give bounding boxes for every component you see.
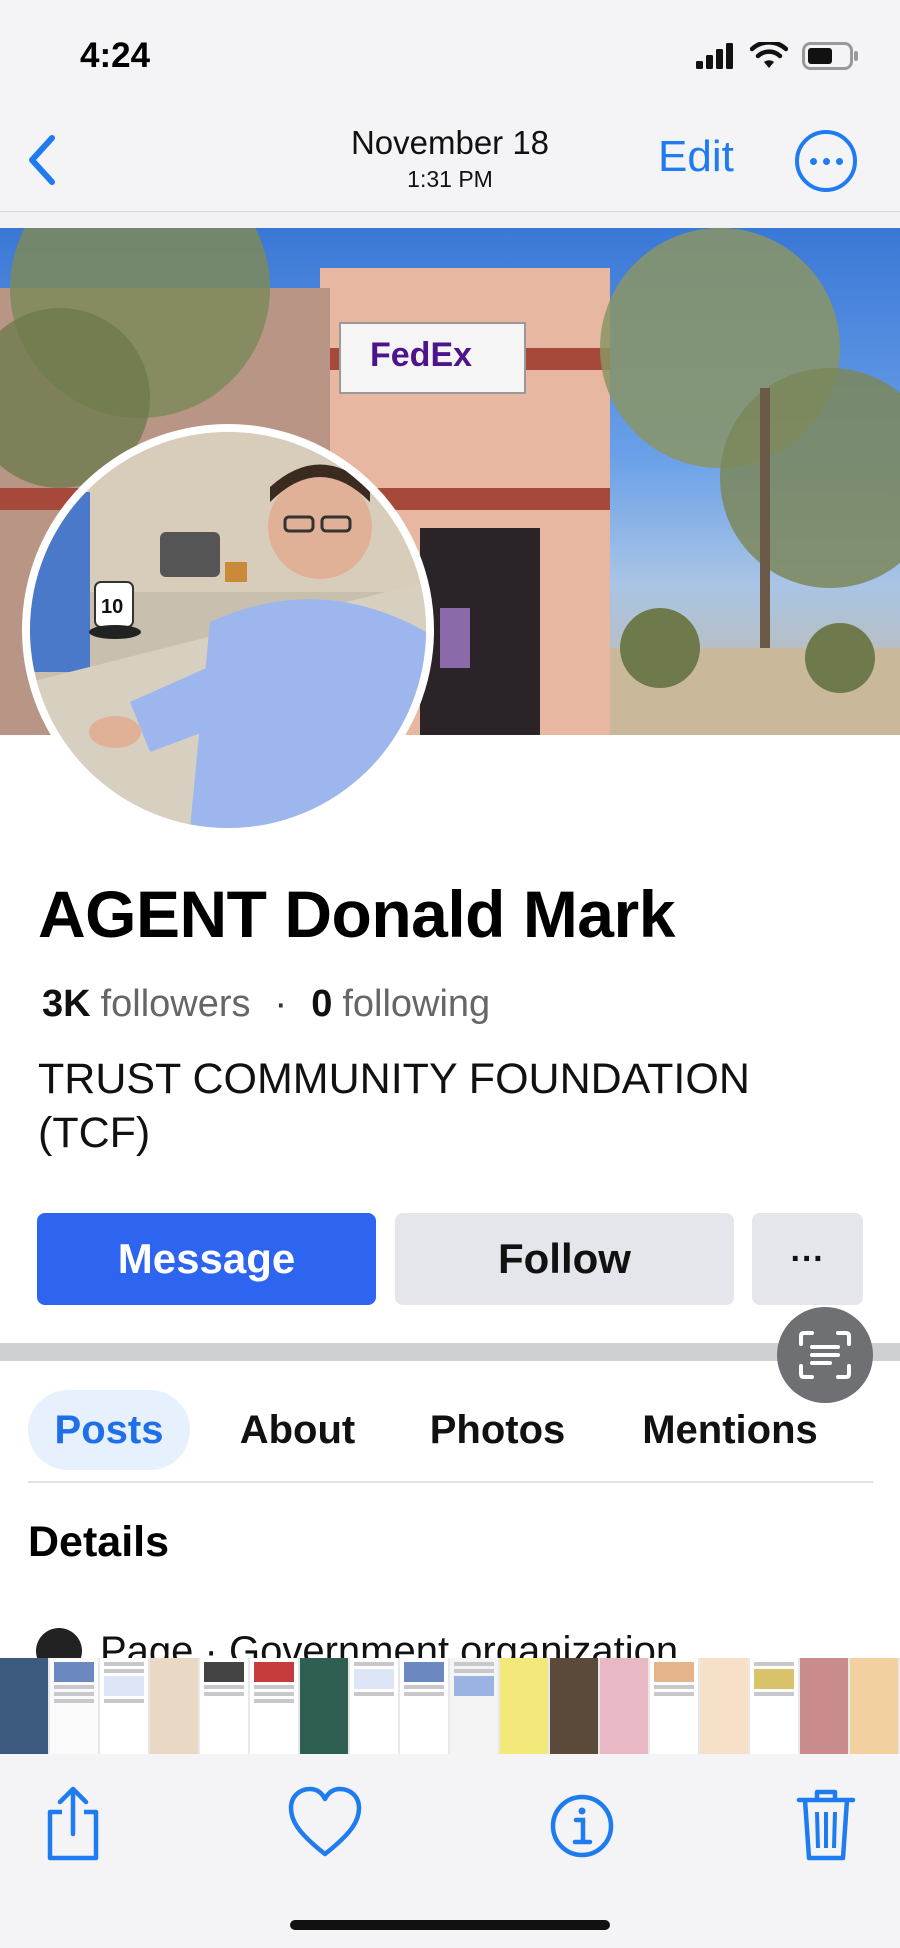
- page-category-row: Page · Government organization: [36, 1628, 678, 1658]
- page-category-text: Page · Government organization: [100, 1628, 679, 1659]
- tab-mentions[interactable]: Mentions: [630, 1390, 830, 1470]
- thumbnail[interactable]: [100, 1658, 148, 1754]
- live-text-icon[interactable]: [777, 1307, 873, 1403]
- avatar-photo: 10: [30, 432, 426, 828]
- thumbnail[interactable]: [300, 1658, 348, 1754]
- thumbnail[interactable]: [850, 1658, 898, 1754]
- tab-about[interactable]: About: [225, 1390, 370, 1470]
- status-time: 4:24: [80, 36, 151, 75]
- cellular-signal-icon: [696, 43, 733, 69]
- following-count[interactable]: 0: [311, 983, 332, 1026]
- profile-more-button[interactable]: ···: [752, 1213, 863, 1305]
- photos-nav-bar: November 18 1:31 PM Edit: [0, 110, 900, 212]
- info-icon[interactable]: [548, 1784, 616, 1864]
- following-label[interactable]: following: [342, 983, 490, 1026]
- message-button[interactable]: Message: [37, 1213, 376, 1305]
- tab-posts[interactable]: Posts: [28, 1390, 190, 1470]
- heart-icon[interactable]: [287, 1784, 363, 1864]
- status-bar: 4:24: [0, 0, 900, 110]
- profile-tabs: Posts About Photos Mentions: [0, 1378, 900, 1478]
- thumbnail[interactable]: [350, 1658, 398, 1754]
- thumbnail[interactable]: [600, 1658, 648, 1754]
- thumbnail[interactable]: [250, 1658, 298, 1754]
- more-icon[interactable]: [795, 130, 857, 192]
- thumbnail[interactable]: [700, 1658, 748, 1754]
- battery-icon: [802, 42, 858, 70]
- tab-photos[interactable]: Photos: [420, 1390, 575, 1470]
- thumbnail[interactable]: [500, 1658, 548, 1754]
- cover-sign-text: FedEx: [370, 336, 472, 374]
- bottom-toolbar: [0, 1754, 900, 1948]
- thumbnail[interactable]: [550, 1658, 598, 1754]
- stats-separator: ·: [274, 983, 288, 1025]
- screenshot-content: FedEx 10 AGENT Donald Mark 3K followers …: [0, 228, 900, 1658]
- profile-name: AGENT Donald Mark: [38, 877, 675, 951]
- thumbnail[interactable]: [800, 1658, 848, 1754]
- wifi-icon: [750, 42, 788, 68]
- thumbnail[interactable]: [450, 1658, 498, 1754]
- profile-avatar[interactable]: 10: [22, 424, 434, 836]
- details-heading: Details: [28, 1518, 170, 1566]
- thumbnail[interactable]: [650, 1658, 698, 1754]
- section-divider: [0, 1343, 900, 1361]
- thumbnail[interactable]: [400, 1658, 448, 1754]
- thumbnail[interactable]: [150, 1658, 198, 1754]
- trash-icon[interactable]: [795, 1784, 857, 1864]
- share-icon[interactable]: [38, 1784, 108, 1864]
- tabs-underline: [28, 1481, 873, 1483]
- nav-title: November 18 1:31 PM: [0, 124, 900, 193]
- nav-time: 1:31 PM: [407, 166, 493, 192]
- status-icons: [696, 42, 860, 70]
- thumbnail[interactable]: [200, 1658, 248, 1754]
- profile-stats: 3K followers · 0 following: [42, 983, 490, 1026]
- thumbnail[interactable]: [50, 1658, 98, 1754]
- mug-text: 10: [101, 596, 123, 618]
- follow-button[interactable]: Follow: [395, 1213, 734, 1305]
- followers-count[interactable]: 3K: [42, 983, 91, 1026]
- followers-label[interactable]: followers: [101, 983, 251, 1026]
- thumbnail[interactable]: [750, 1658, 798, 1754]
- thumbnail[interactable]: [0, 1658, 48, 1754]
- home-indicator[interactable]: [290, 1920, 610, 1930]
- thumbnail-strip[interactable]: [0, 1658, 900, 1754]
- info-circle-icon: [36, 1628, 82, 1658]
- profile-bio: TRUST COMMUNITY FOUNDATION (TCF): [38, 1055, 750, 1157]
- nav-date: November 18: [350, 124, 550, 161]
- edit-button[interactable]: Edit: [658, 132, 734, 182]
